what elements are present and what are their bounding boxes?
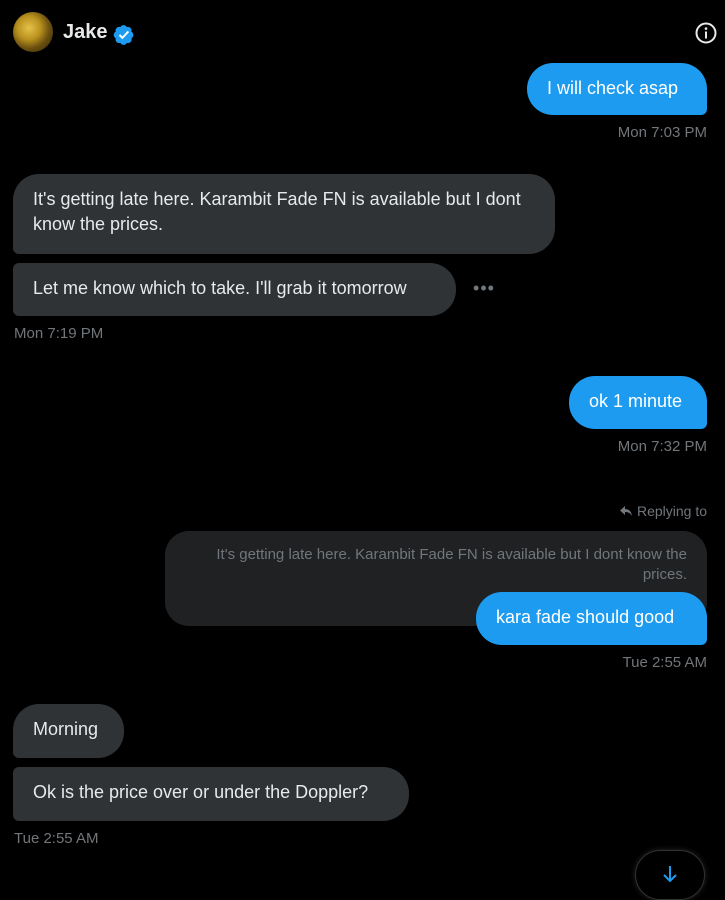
contact-name[interactable]: Jake	[63, 21, 108, 44]
scroll-to-bottom-button[interactable]	[635, 850, 705, 900]
replying-to-label: Replying to	[560, 503, 707, 519]
message-bubble-incoming[interactable]: Let me know which to take. I'll grab it …	[13, 263, 456, 316]
message-bubble-outgoing[interactable]: kara fade should good	[476, 592, 707, 645]
avatar[interactable]	[13, 12, 53, 52]
message-timestamp: Tue 2:55 AM	[622, 654, 708, 671]
reply-arrow-icon	[619, 506, 632, 516]
message-timestamp: Tue 2:55 AM	[14, 830, 99, 847]
message-bubble-outgoing[interactable]: ok 1 minute	[569, 376, 707, 429]
arrow-down-icon	[663, 866, 677, 883]
message-timestamp: Mon 7:32 PM	[617, 438, 707, 455]
replying-to-text: Replying to	[636, 503, 707, 519]
verified-badge-icon	[113, 25, 134, 45]
message-bubble-incoming[interactable]: Morning	[13, 704, 124, 758]
more-dots-icon[interactable]: •••	[470, 278, 498, 302]
message-timestamp: Mon 7:19 PM	[14, 325, 104, 342]
message-timestamp: Mon 7:03 PM	[617, 124, 707, 141]
message-bubble-incoming[interactable]: Ok is the price over or under the Dopple…	[13, 767, 409, 821]
message-bubble-outgoing[interactable]: I will check asap	[527, 63, 707, 115]
info-icon[interactable]	[694, 21, 718, 45]
conversation-header: Jake	[0, 0, 725, 64]
message-bubble-incoming[interactable]: It's getting late here. Karambit Fade FN…	[13, 174, 555, 254]
